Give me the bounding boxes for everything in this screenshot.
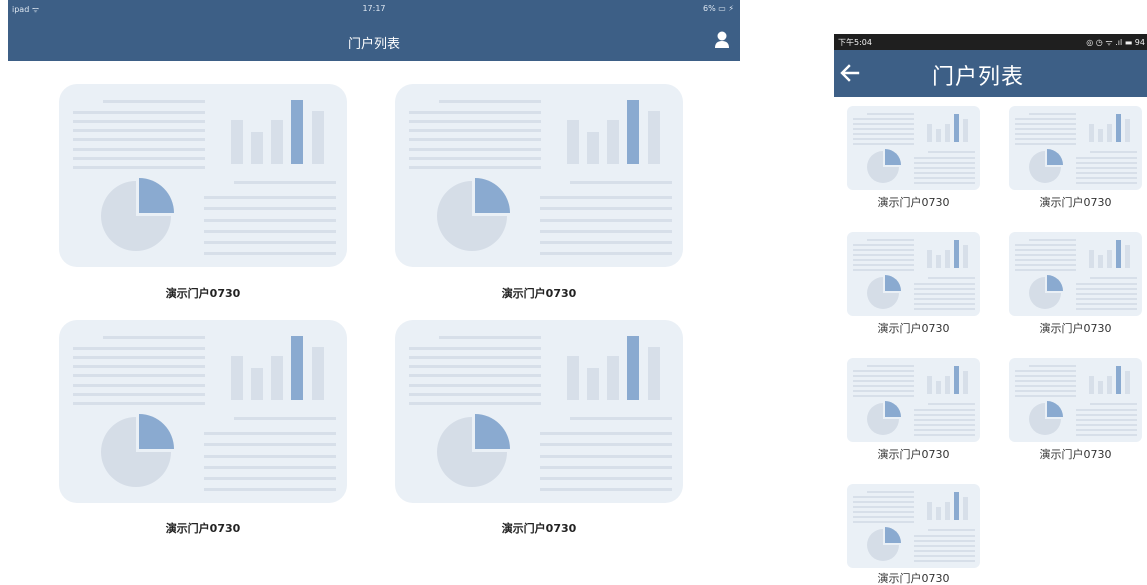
portal-card[interactable] (1009, 358, 1142, 442)
portal-card-label[interactable]: 演示门户0730 (847, 446, 980, 462)
portal-card[interactable] (395, 84, 683, 267)
page-title: 门户列表 (347, 37, 400, 52)
portal-card[interactable] (847, 106, 980, 190)
portal-card-label[interactable]: 演示门户0730 (1009, 320, 1142, 336)
phone-screen: 下午5:04 ◎ ◷ ᯤ .ıl ▬ 94 门户列表 演示门户0730 演示门户… (834, 34, 1147, 585)
page-title: 门户列表 (932, 65, 1025, 90)
ipad-battery: 6% ▭ ⚡ (703, 4, 734, 13)
user-icon[interactable] (714, 30, 730, 50)
screenshot-canvas: ipad ᯤ 17:17 6% ▭ ⚡ 门户列表 演示门户0730 演示门户07… (0, 0, 1147, 585)
ipad-clock: 17:17 (362, 4, 386, 13)
dashboard-thumbnail-icon (853, 239, 975, 310)
portal-card[interactable] (847, 358, 980, 442)
portal-card-label[interactable]: 演示门户0730 (847, 320, 980, 336)
portal-card-label[interactable]: 演示门户0730 (395, 285, 683, 301)
dashboard-thumbnail-icon (73, 100, 336, 255)
dashboard-thumbnail-icon (1015, 239, 1137, 310)
phone-header: 门户列表 (834, 50, 1147, 97)
portal-card-label[interactable]: 演示门户0730 (847, 194, 980, 210)
phone-status-bar: 下午5:04 ◎ ◷ ᯤ .ıl ▬ 94 (834, 34, 1147, 50)
portal-card[interactable] (395, 320, 683, 503)
dashboard-thumbnail-icon (73, 336, 336, 491)
ipad-header: ipad ᯤ 17:17 6% ▭ ⚡ 门户列表 (8, 0, 740, 61)
portal-card[interactable] (1009, 106, 1142, 190)
portal-card[interactable] (59, 84, 347, 267)
portal-card-label[interactable]: 演示门户0730 (59, 285, 347, 301)
ipad-status-bar: ipad ᯤ 17:17 6% ▭ ⚡ (8, 0, 740, 22)
dashboard-thumbnail-icon (409, 100, 672, 255)
phone-indicators: ◎ ◷ ᯤ .ıl ▬ 94 (1086, 38, 1145, 47)
portal-card-label[interactable]: 演示门户0730 (59, 520, 347, 536)
phone-clock: 下午5:04 (838, 38, 872, 47)
back-button[interactable] (840, 60, 868, 86)
portal-card[interactable] (847, 232, 980, 316)
portal-card-label[interactable]: 演示门户0730 (847, 570, 980, 585)
portal-card[interactable] (847, 484, 980, 568)
arrow-left-icon (840, 64, 860, 82)
dashboard-thumbnail-icon (1015, 113, 1137, 184)
portal-card-label[interactable]: 演示门户0730 (395, 520, 683, 536)
ipad-screen: ipad ᯤ 17:17 6% ▭ ⚡ 门户列表 演示门户0730 演示门户07… (8, 0, 740, 585)
dashboard-thumbnail-icon (409, 336, 672, 491)
dashboard-thumbnail-icon (853, 365, 975, 436)
portal-card-label[interactable]: 演示门户0730 (1009, 446, 1142, 462)
portal-card[interactable] (59, 320, 347, 503)
portal-card-label[interactable]: 演示门户0730 (1009, 194, 1142, 210)
dashboard-thumbnail-icon (853, 491, 975, 562)
dashboard-thumbnail-icon (853, 113, 975, 184)
portal-card[interactable] (1009, 232, 1142, 316)
dashboard-thumbnail-icon (1015, 365, 1137, 436)
